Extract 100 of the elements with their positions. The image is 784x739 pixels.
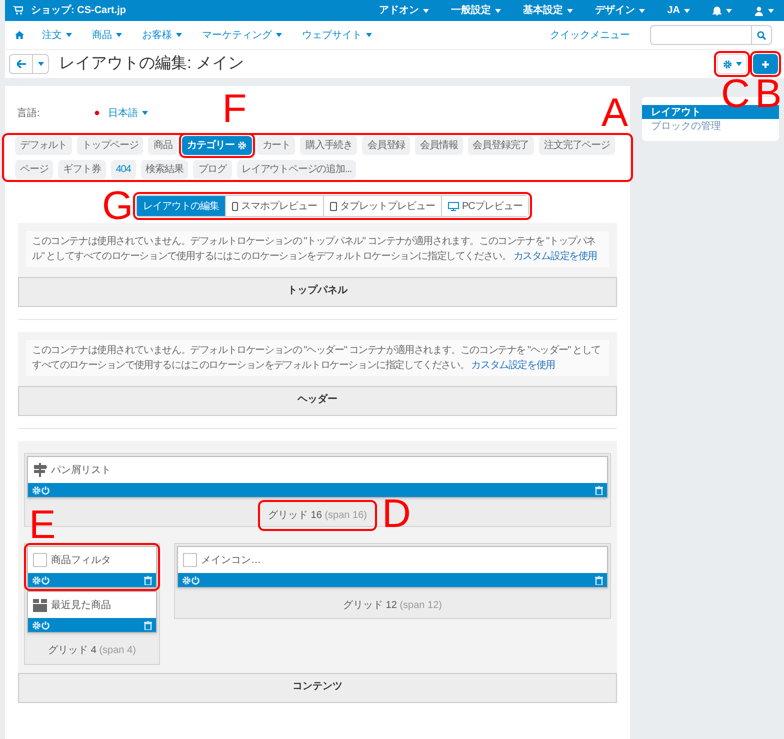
nav-menu[interactable]: マーケティング	[202, 28, 282, 42]
layout-tab[interactable]: 商品	[148, 136, 178, 155]
settings-icon	[32, 486, 41, 494]
nav-menu[interactable]: 注文	[42, 28, 72, 42]
settings-button[interactable]	[717, 54, 747, 74]
box-icon	[33, 598, 47, 612]
search-field[interactable]	[650, 25, 772, 45]
top-menu[interactable]: 基本設定	[523, 3, 574, 18]
store-name[interactable]: ショップ: CS-Cart.jp	[31, 3, 126, 18]
layout-tab[interactable]: 404	[110, 160, 136, 179]
add-page-tab[interactable]: レイアウトページの追加...	[236, 160, 356, 179]
nav-menu[interactable]: お客様	[142, 28, 182, 42]
custom-settings-link[interactable]: カスタム設定を使用	[513, 251, 598, 262]
container-title: トップパネル	[18, 277, 617, 307]
layout-tab[interactable]: トップページ	[77, 136, 144, 155]
page-title: レイアウトの編集: メイン	[59, 54, 244, 74]
caret-icon	[38, 62, 44, 66]
grid-label: グリッド 4 (span 4)	[48, 645, 136, 656]
nav-menu[interactable]: ウェブサイト	[302, 28, 372, 42]
annotation-letter: E	[29, 508, 56, 542]
caret-icon	[142, 111, 148, 115]
block-name: メインコン…	[201, 554, 261, 568]
annotation-letter: D	[382, 497, 411, 531]
notice-text: このコンテナは使用されていません。デフォルトロケーションの "ヘッダー" コンテナが適用されます。このコンテナを "ヘッダー" としてすべてのロケーションで使用するにはこのロケーションをデフォルトロケーションに指定してください。 カスタム設定を使用	[26, 340, 609, 376]
cart-icon	[13, 6, 23, 15]
history-dropdown[interactable]	[33, 54, 49, 74]
caret-icon	[736, 62, 742, 66]
highlight-outline	[750, 51, 781, 77]
grid-label: グリッド 16 (span 16)	[268, 509, 367, 523]
bell-menu[interactable]	[712, 6, 732, 16]
trash-icon	[595, 486, 603, 494]
layout-tab[interactable]: ギフト券	[58, 160, 106, 179]
settings-icon	[237, 141, 248, 150]
sidebar-item[interactable]: ブロックの管理	[642, 119, 779, 133]
caret-icon	[768, 8, 774, 12]
plus-icon	[762, 60, 769, 68]
layout-tab[interactable]: カート	[257, 136, 296, 155]
caret-icon	[423, 8, 430, 12]
custom-settings-link[interactable]: カスタム設定を使用	[471, 360, 555, 371]
view-mode-tab[interactable]: PCプレビュー	[441, 196, 528, 216]
caret-icon	[276, 33, 282, 37]
trash-icon	[144, 620, 152, 630]
block-name: 最近見た商品	[51, 598, 111, 612]
annotation-letter: G	[102, 189, 134, 223]
layout-tab[interactable]: 注文完了ページ	[539, 136, 615, 155]
view-mode-tab[interactable]: レイアウトの編集	[137, 196, 225, 216]
top-menu[interactable]: デザイン	[595, 3, 646, 18]
quick-menu-link[interactable]: クイックメニュー	[550, 28, 630, 42]
nav-menu[interactable]: 商品	[92, 28, 122, 42]
container-title: コンテンツ	[18, 673, 617, 703]
trash-icon	[144, 576, 152, 584]
caret-icon	[567, 8, 574, 12]
grid-label: グリッド 12 (span 12)	[343, 600, 442, 611]
layout-tab[interactable]: デフォルト	[15, 136, 72, 155]
layout-tab[interactable]: 会員情報	[415, 136, 463, 155]
flag-icon	[92, 109, 102, 117]
caret-icon	[176, 33, 182, 37]
settings-icon	[32, 620, 41, 630]
signpost-icon	[33, 463, 47, 477]
search-icon	[757, 30, 766, 40]
layout-tab[interactable]: 会員登録完了	[468, 136, 534, 155]
layout-tab[interactable]: 検索結果	[140, 160, 188, 179]
settings-icon	[722, 60, 732, 68]
power-icon	[41, 576, 50, 584]
layout-tab[interactable]: 購入手続き	[300, 136, 358, 155]
caret-icon	[366, 33, 372, 37]
caret-icon	[684, 8, 690, 12]
layout-tab[interactable]: ブログ	[193, 160, 232, 179]
placeholder-icon	[183, 553, 197, 567]
top-menu[interactable]: 一般設定	[451, 3, 502, 18]
caret-icon	[66, 33, 72, 37]
settings-icon	[32, 576, 41, 584]
layout-tab[interactable]: 会員登録	[362, 136, 410, 155]
notice-text: このコンテナは使用されていません。デフォルトロケーションの "トップパネル" コンテナが適用されます。このコンテナを "トップパネル" としてすべてのロケーションで使用するにはこのロケーションをデフォルトロケーションに指定してください。 カスタム設定を使用	[26, 231, 609, 267]
home-icon	[15, 31, 24, 39]
arrow-left-icon	[16, 60, 26, 68]
desktop-icon	[448, 202, 459, 210]
top-menu[interactable]: アドオン	[379, 3, 430, 18]
block-name: パン屑リスト	[51, 464, 111, 478]
annotation-letter: A	[601, 96, 628, 130]
power-icon	[41, 486, 50, 494]
top-menu[interactable]: JA	[667, 3, 690, 18]
tablet-icon	[330, 202, 337, 210]
phone-icon	[232, 202, 238, 210]
caret-icon	[726, 8, 732, 12]
user-menu[interactable]	[754, 6, 774, 16]
layout-tab[interactable]: カテゴリー	[182, 136, 252, 155]
caret-icon	[116, 33, 122, 37]
caret-icon	[639, 8, 646, 12]
bell-icon	[712, 6, 722, 16]
settings-icon	[182, 576, 191, 584]
add-button[interactable]	[753, 54, 778, 74]
power-icon	[41, 620, 50, 630]
back-button[interactable]	[9, 54, 33, 74]
language-dropdown[interactable]: 日本語	[92, 106, 148, 120]
highlight-outline	[714, 51, 750, 77]
layout-tab[interactable]: ページ	[15, 160, 54, 179]
block-name: 商品フィルタ	[51, 554, 111, 568]
trash-icon	[595, 576, 603, 584]
power-icon	[191, 576, 200, 584]
